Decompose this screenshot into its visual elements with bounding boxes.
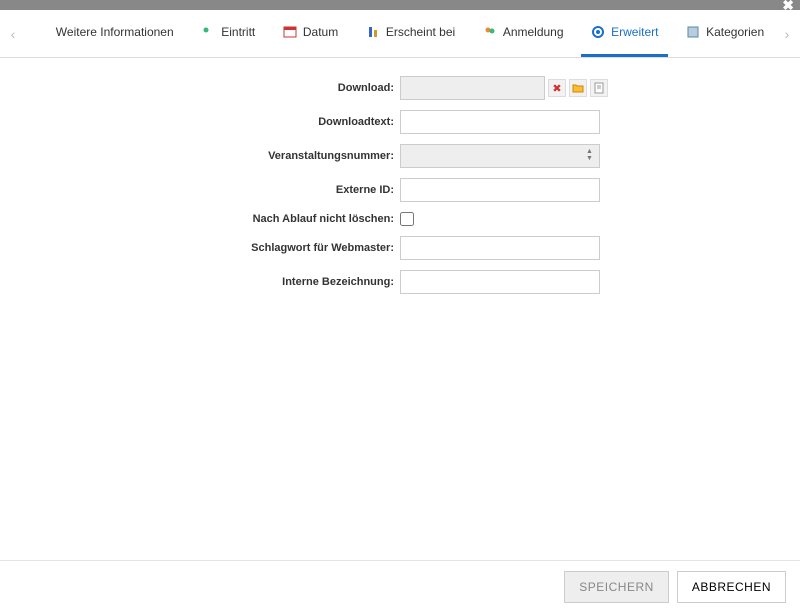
schlagwort-label: Schlagwort für Webmaster: (40, 242, 400, 254)
download-label: Download: (40, 82, 400, 94)
location-icon (366, 25, 380, 39)
tab-weitere-informationen[interactable]: Weitere Informationen (26, 10, 184, 57)
calendar-icon (283, 25, 297, 39)
tab-label: Weitere Informationen (56, 25, 174, 39)
nach-ablauf-label: Nach Ablauf nicht löschen: (40, 213, 400, 225)
close-icon[interactable]: ✖ (782, 0, 794, 14)
tab-eintritt[interactable]: Eintritt (191, 10, 265, 57)
interne-bezeichnung-label: Interne Bezeichnung: (40, 276, 400, 288)
chevron-up-icon: ▲ (586, 148, 598, 155)
chevron-down-icon: ▼ (586, 155, 598, 162)
veranstaltungsnummer-stepper[interactable]: ▲ ▼ (586, 146, 598, 164)
veranstaltungsnummer-label: Veranstaltungsnummer: (40, 150, 400, 162)
tab-kategorien[interactable]: Kategorien (676, 10, 774, 57)
gear-icon (591, 25, 605, 39)
downloadtext-input[interactable] (400, 110, 600, 134)
footer: SPEICHERN ABBRECHEN (0, 560, 800, 612)
titlebar: ✖ (0, 0, 800, 10)
document-icon (593, 82, 605, 94)
interne-bezeichnung-input[interactable] (400, 270, 600, 294)
people-icon (201, 25, 215, 39)
tab-label: Eintritt (221, 25, 255, 39)
externe-id-label: Externe ID: (40, 184, 400, 196)
category-icon (686, 25, 700, 39)
info-icon (36, 25, 50, 39)
people-icon (483, 25, 497, 39)
tabs-scroll-left[interactable]: ‹ (4, 26, 22, 42)
cancel-button[interactable]: ABBRECHEN (677, 571, 786, 603)
tab-datum[interactable]: Datum (273, 10, 348, 57)
tabs-container: ‹ Weitere Informationen Eintritt Datum E… (0, 10, 800, 58)
tab-label: Kategorien (706, 25, 764, 39)
save-button[interactable]: SPEICHERN (564, 571, 669, 603)
veranstaltungsnummer-input[interactable] (400, 144, 600, 168)
tab-erweitert[interactable]: Erweitert (581, 10, 668, 57)
nach-ablauf-checkbox[interactable] (400, 212, 414, 226)
downloadtext-label: Downloadtext: (40, 116, 400, 128)
schlagwort-input[interactable] (400, 236, 600, 260)
tabs-scroll-right[interactable]: › (778, 26, 796, 42)
externe-id-input[interactable] (400, 178, 600, 202)
tab-label: Anmeldung (503, 25, 564, 39)
tab-erscheint-bei[interactable]: Erscheint bei (356, 10, 465, 57)
download-delete-button[interactable]: ✖ (548, 79, 566, 97)
download-input[interactable] (400, 76, 545, 100)
tab-anmeldung[interactable]: Anmeldung (473, 10, 574, 57)
form-erweitert: Download: ✖ Downloadtext: Veranstaltungs… (0, 58, 800, 294)
download-doc-button[interactable] (590, 79, 608, 97)
tabs: Weitere Informationen Eintritt Datum Ers… (22, 10, 778, 57)
tab-label: Erweitert (611, 25, 658, 39)
download-browse-button[interactable] (569, 79, 587, 97)
tab-label: Erscheint bei (386, 25, 455, 39)
folder-icon (572, 82, 584, 94)
tab-label: Datum (303, 25, 338, 39)
